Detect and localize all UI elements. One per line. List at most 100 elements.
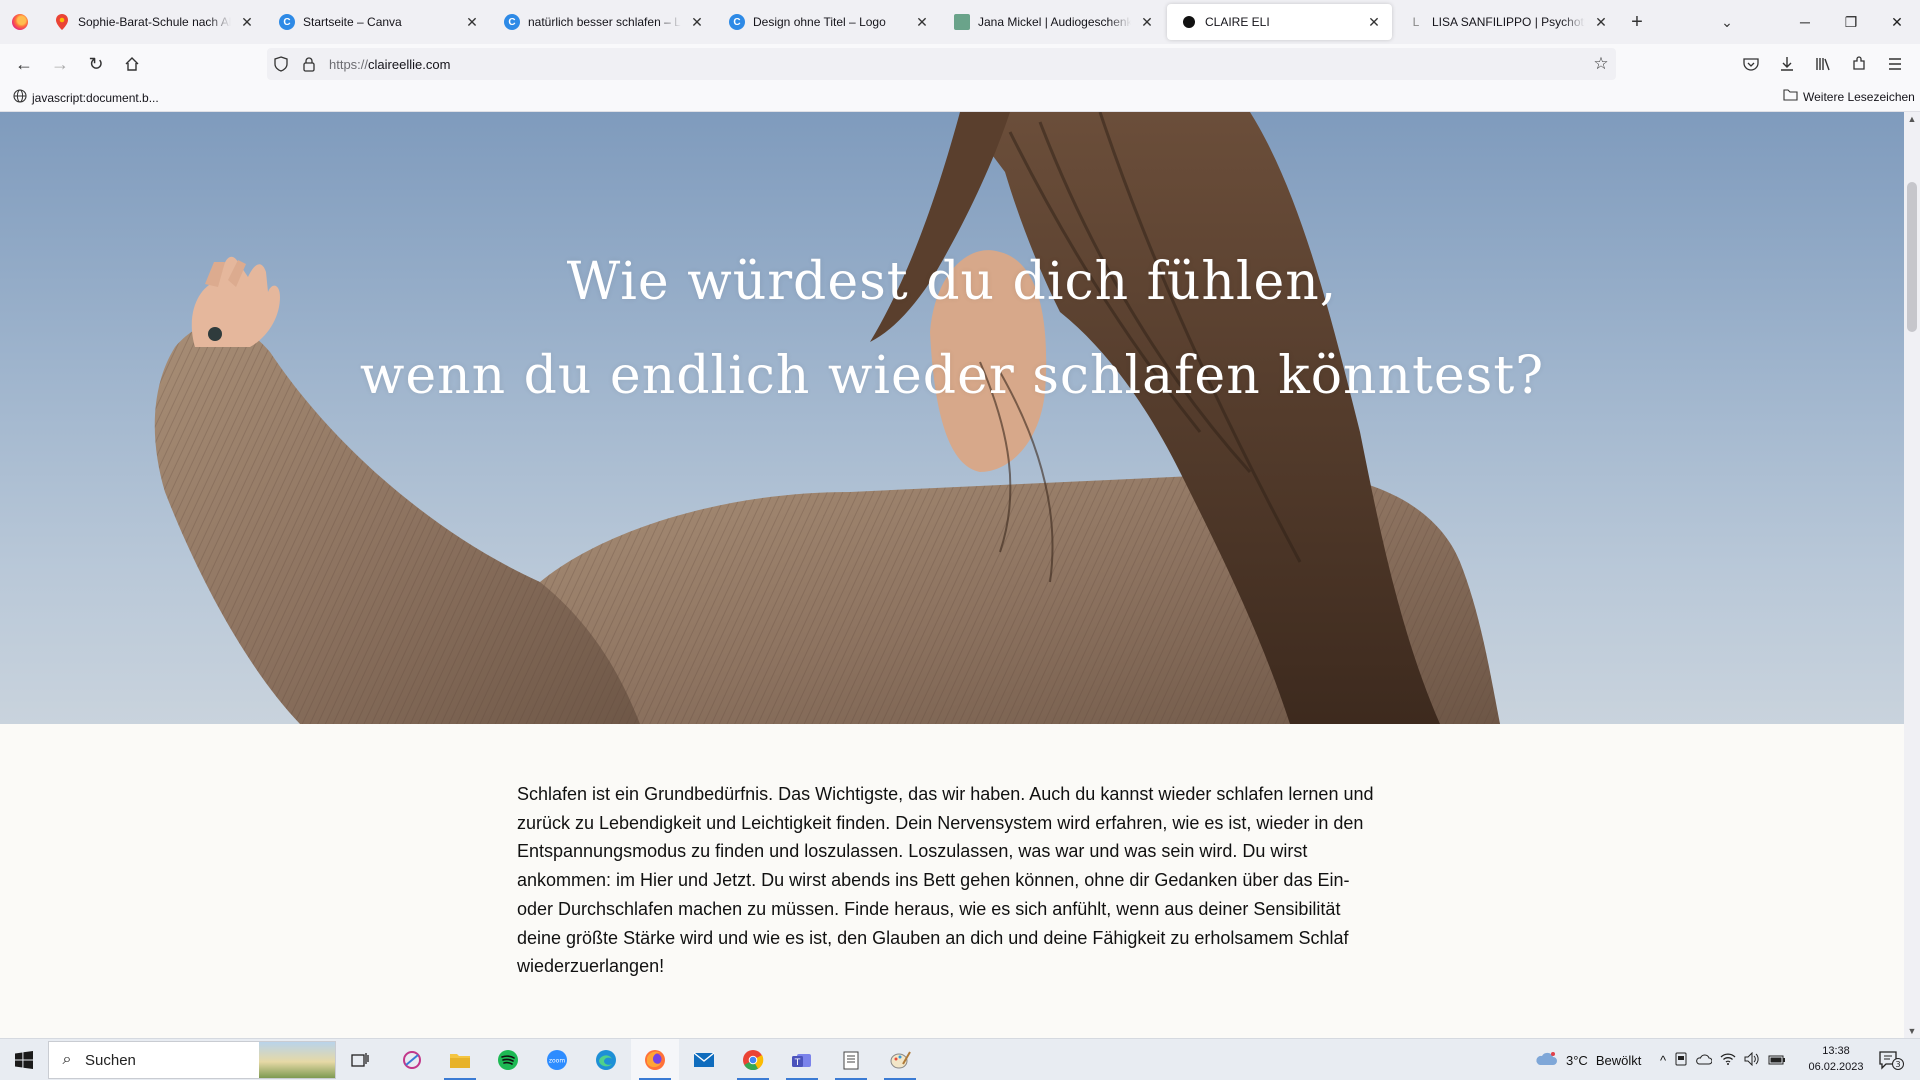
close-tab-icon[interactable]: ✕ bbox=[914, 14, 930, 31]
search-highlight-image bbox=[259, 1042, 335, 1078]
intro-paragraph: Schlafen ist ein Grundbedürfnis. Das Wic… bbox=[517, 784, 1374, 977]
close-tab-icon[interactable]: ✕ bbox=[1366, 14, 1382, 31]
tab-sophie-barat[interactable]: Sophie-Barat-Schule nach Alte Poststraße… bbox=[40, 0, 265, 44]
tab-title: natürlich besser schlafen – Logo bbox=[528, 15, 681, 29]
close-tab-icon[interactable]: ✕ bbox=[464, 14, 480, 31]
site-favicon-icon: L bbox=[1412, 15, 1420, 29]
navigation-toolbar: ← → ↻ https://claireellie.com ☆ bbox=[0, 44, 1920, 84]
wifi-icon[interactable] bbox=[1720, 1052, 1736, 1068]
battery-icon[interactable] bbox=[1768, 1053, 1786, 1068]
scroll-up-arrow-icon[interactable]: ▲ bbox=[1904, 112, 1920, 126]
other-bookmarks[interactable]: Weitere Lesezeichen bbox=[1783, 89, 1915, 104]
tab-title: Startseite – Canva bbox=[303, 15, 402, 29]
site-favicon-icon bbox=[954, 14, 970, 30]
firefox-logo-icon[interactable] bbox=[0, 0, 40, 44]
clock-date: 06.02.2023 bbox=[1808, 1061, 1864, 1073]
maps-pin-icon bbox=[54, 14, 70, 30]
search-icon: ⌕ bbox=[62, 1051, 72, 1068]
task-view-icon[interactable] bbox=[336, 1039, 384, 1080]
edge-icon[interactable] bbox=[582, 1039, 630, 1080]
search-label: Suchen bbox=[85, 1051, 136, 1069]
svg-text:3: 3 bbox=[1895, 1060, 1900, 1069]
tab-strip: Sophie-Barat-Schule nach Alte Poststraße… bbox=[0, 0, 1920, 44]
teams-icon[interactable]: T bbox=[778, 1039, 826, 1080]
shield-icon[interactable] bbox=[267, 56, 295, 72]
page-scrollbar[interactable]: ▲ ▼ bbox=[1904, 112, 1920, 1038]
hero-headline-line2: wenn du endlich wieder schlafen könntest… bbox=[359, 346, 1545, 406]
chevron-up-icon[interactable]: ^ bbox=[1660, 1053, 1666, 1068]
bookmark-label: Weitere Lesezeichen bbox=[1803, 89, 1915, 104]
scroll-down-arrow-icon[interactable]: ▼ bbox=[1904, 1024, 1920, 1038]
url-text: https://claireellie.com bbox=[329, 56, 451, 72]
star-icon[interactable]: ☆ bbox=[1586, 54, 1616, 74]
site-favicon-icon bbox=[1183, 16, 1195, 28]
spotify-icon[interactable] bbox=[484, 1039, 532, 1080]
back-icon[interactable]: ← bbox=[8, 48, 40, 80]
hero-section: Wie würdest du dich fühlen, wenn du endl… bbox=[0, 112, 1904, 724]
weather-temp: 3°C bbox=[1566, 1052, 1588, 1068]
close-tab-icon[interactable]: ✕ bbox=[1593, 14, 1609, 31]
extensions-icon[interactable] bbox=[1841, 48, 1877, 80]
device-icon[interactable] bbox=[1674, 1052, 1688, 1069]
svg-text:T: T bbox=[794, 1058, 801, 1068]
bookmarks-toolbar: javascript:document.b... Weitere Lesezei… bbox=[0, 84, 1920, 112]
tab-canva-start[interactable]: C Startseite – Canva ✕ bbox=[265, 0, 490, 44]
weather-widget[interactable]: 3°C Bewölkt bbox=[1534, 1039, 1641, 1080]
volume-icon[interactable] bbox=[1744, 1051, 1760, 1069]
snipping-tool-icon[interactable] bbox=[388, 1039, 436, 1080]
clock-time: 13:38 bbox=[1822, 1045, 1850, 1057]
hero-headline-line1: Wie würdest du dich fühlen, bbox=[566, 252, 1338, 312]
scrollbar-thumb[interactable] bbox=[1907, 182, 1917, 332]
pocket-icon[interactable] bbox=[1733, 48, 1769, 80]
tab-title: Jana Mickel | Audiogeschenk: Gr bbox=[978, 15, 1131, 29]
hero-photo-woman bbox=[154, 112, 1500, 724]
clock[interactable]: 13:38 06.02.2023 bbox=[1796, 1043, 1876, 1075]
mail-icon[interactable] bbox=[680, 1039, 728, 1080]
tab-title: LISA SANFILIPPO | Psychotherapie bbox=[1432, 15, 1585, 29]
canva-icon: C bbox=[504, 14, 520, 30]
reload-icon[interactable]: ↻ bbox=[80, 48, 112, 80]
taskbar-search[interactable]: ⌕ Suchen bbox=[48, 1041, 336, 1079]
notification-icon[interactable]: 3 bbox=[1878, 1039, 1904, 1080]
restore-button[interactable]: ❐ bbox=[1828, 0, 1874, 44]
cloud-icon bbox=[1534, 1051, 1558, 1070]
zoom-icon[interactable]: zoom bbox=[533, 1039, 581, 1080]
tab-title: Sophie-Barat-Schule nach Alte Poststraße bbox=[78, 15, 231, 29]
lock-icon[interactable] bbox=[295, 56, 323, 72]
bookmark-label: javascript:document.b... bbox=[32, 90, 159, 105]
url-bar[interactable]: https://claireellie.com ☆ bbox=[267, 48, 1616, 80]
tab-lisa-sanfilippo[interactable]: L LISA SANFILIPPO | Psychotherapie ✕ bbox=[1394, 0, 1619, 44]
library-icon[interactable] bbox=[1805, 48, 1841, 80]
file-explorer-icon[interactable] bbox=[436, 1039, 484, 1080]
new-tab-button[interactable]: + bbox=[1619, 0, 1655, 44]
onedrive-cloud-icon[interactable] bbox=[1696, 1053, 1713, 1068]
bookmark-javascript[interactable]: javascript:document.b... bbox=[13, 89, 159, 106]
canva-icon: C bbox=[729, 14, 745, 30]
windows-start-icon[interactable] bbox=[0, 1039, 48, 1080]
download-icon[interactable] bbox=[1769, 48, 1805, 80]
chrome-icon[interactable] bbox=[729, 1039, 777, 1080]
close-tab-icon[interactable]: ✕ bbox=[1139, 14, 1155, 31]
close-tab-icon[interactable]: ✕ bbox=[689, 14, 705, 31]
home-icon[interactable] bbox=[116, 48, 148, 80]
tab-canva-design[interactable]: C Design ohne Titel – Logo ✕ bbox=[715, 0, 940, 44]
forward-icon[interactable]: → bbox=[44, 48, 76, 80]
tab-jana-mickel[interactable]: Jana Mickel | Audiogeschenk: Gr ✕ bbox=[940, 0, 1165, 44]
document-app-icon[interactable] bbox=[827, 1039, 875, 1080]
tab-claire-eli[interactable]: CLAIRE ELI ✕ bbox=[1167, 4, 1392, 40]
tab-canva-logo[interactable]: C natürlich besser schlafen – Logo ✕ bbox=[490, 0, 715, 44]
canva-icon: C bbox=[279, 14, 295, 30]
svg-text:zoom: zoom bbox=[549, 1058, 565, 1065]
close-tab-icon[interactable]: ✕ bbox=[239, 14, 255, 31]
folder-icon bbox=[1783, 89, 1798, 104]
chevron-down-icon[interactable]: ⌄ bbox=[1712, 0, 1742, 44]
paint-app-icon[interactable] bbox=[876, 1039, 924, 1080]
web-page: Wie würdest du dich fühlen, wenn du endl… bbox=[0, 112, 1904, 1038]
weather-text: Bewölkt bbox=[1595, 1052, 1642, 1068]
menu-icon[interactable] bbox=[1877, 48, 1913, 80]
firefox-taskbar-icon[interactable] bbox=[631, 1039, 679, 1080]
globe-icon bbox=[13, 89, 27, 106]
tab-title: Design ohne Titel – Logo bbox=[753, 15, 886, 29]
close-window-button[interactable]: ✕ bbox=[1874, 0, 1920, 44]
minimize-button[interactable]: ─ bbox=[1782, 0, 1828, 44]
